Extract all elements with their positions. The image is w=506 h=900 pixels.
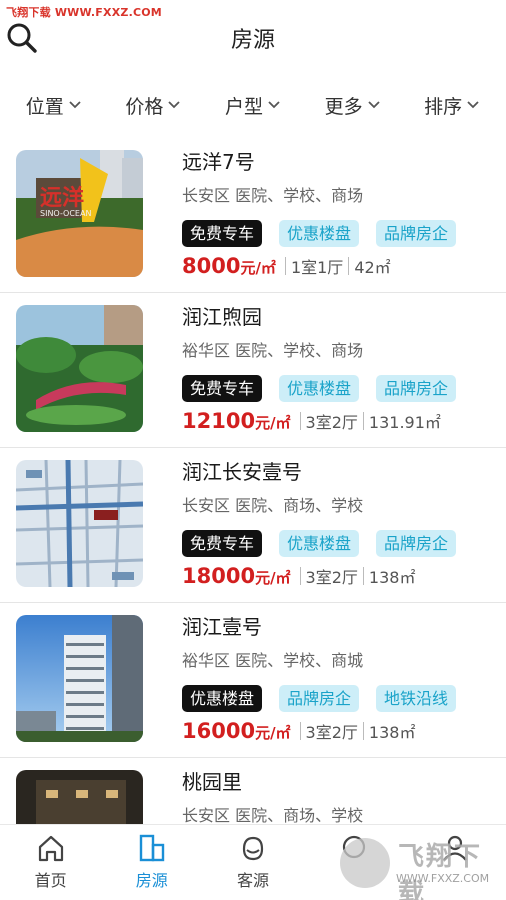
filter-location[interactable]: 位置: [26, 92, 82, 119]
price-value: 18000: [182, 564, 256, 588]
price-unit: 元/㎡: [255, 414, 291, 432]
filter-bar: 位置 价格 户型 更多 排序: [0, 84, 506, 126]
tag: 品牌房企: [376, 375, 457, 402]
divider: [362, 722, 364, 740]
tag: 优惠楼盘: [182, 685, 263, 712]
filter-label: 位置: [25, 95, 64, 118]
listing-tags: 免费专车 优惠楼盘 品牌房企: [182, 220, 473, 247]
listing-location: 裕华区 医院、学校、商场: [182, 341, 364, 360]
room-layout: 3室2厅: [305, 723, 358, 742]
tag: 优惠楼盘: [279, 375, 360, 402]
tag: 品牌房企: [376, 530, 457, 557]
listing-name: 桃园里: [182, 770, 242, 794]
listing-name: 润江煦园: [182, 305, 262, 329]
filter-label: 价格: [125, 95, 164, 118]
home-icon: [38, 835, 63, 862]
watermark-brand: 飞翔下载: [398, 842, 483, 900]
chevron-down-icon: [467, 101, 479, 109]
price-value: 16000: [182, 719, 256, 743]
room-layout: 1室1厅: [290, 258, 344, 277]
sign-text-en: SINO-OCEAN: [40, 209, 91, 218]
floor-area: 131.91㎡: [368, 413, 441, 432]
listing-name: 润江壹号: [182, 615, 262, 639]
filter-layout[interactable]: 户型: [225, 92, 281, 119]
listing-image: [16, 305, 143, 432]
listing-location: 长安区 医院、商场、学校: [182, 496, 364, 515]
chevron-down-icon: [367, 101, 380, 109]
divider: [299, 412, 301, 430]
watermark-logo-icon: [340, 838, 390, 888]
divider: [362, 412, 364, 430]
filter-label: 排序: [424, 95, 463, 118]
chevron-down-icon: [168, 101, 181, 109]
customer-icon: [242, 836, 264, 861]
header: 房源: [0, 0, 506, 78]
tab-listings[interactable]: 房源: [101, 825, 202, 900]
tag: 品牌房企: [279, 685, 360, 712]
tab-label: 客源: [237, 871, 270, 890]
chevron-down-icon: [69, 101, 81, 109]
divider: [348, 257, 350, 275]
building-icon: [139, 834, 164, 862]
filter-sort[interactable]: 排序: [424, 92, 480, 119]
divider: [362, 567, 364, 585]
divider: [284, 257, 286, 275]
listing-card[interactable]: 润江煦园 裕华区 医院、学校、商场 免费专车 优惠楼盘 品牌房企 12100 元…: [0, 293, 506, 448]
price-unit: 元/㎡: [255, 569, 291, 587]
listing-image: [16, 615, 143, 742]
tag: 免费专车: [182, 375, 263, 402]
tab-home[interactable]: 首页: [0, 825, 101, 900]
tag: 优惠楼盘: [279, 220, 360, 247]
page-title: 房源: [230, 28, 275, 53]
tab-label: 房源: [135, 871, 168, 890]
price-unit: 元/㎡: [240, 259, 276, 277]
listing-image: [16, 770, 143, 824]
listing-card[interactable]: 润江长安壹号 长安区 医院、商场、学校 免费专车 优惠楼盘 品牌房企 18000…: [0, 448, 506, 603]
listing-location: 长安区 医院、学校、商场: [182, 186, 364, 205]
filter-price[interactable]: 价格: [125, 92, 181, 119]
watermark-logo: 飞翔下载 WWW.FXXZ.COM: [340, 834, 506, 900]
listing-location: 裕华区 医院、学校、商城: [182, 651, 364, 670]
listing-name: 远洋7号: [182, 150, 255, 174]
room-layout: 3室2厅: [305, 568, 358, 587]
floor-area: 138㎡: [368, 723, 416, 742]
floor-area: 138㎡: [368, 568, 416, 587]
listing-card[interactable]: 润江壹号 裕华区 医院、学校、商城 优惠楼盘 品牌房企 地铁沿线 16000 元…: [0, 603, 506, 758]
listing-list: 远洋 SINO-OCEAN 远洋7号 长安区 医院、学校、商场 免费专车 优惠楼…: [0, 138, 506, 824]
tag: 优惠楼盘: [279, 530, 360, 557]
price-row: 8000 元/㎡ 1室1厅 42㎡: [182, 254, 391, 278]
listing-name: 润江长安壹号: [182, 460, 302, 484]
tab-customers[interactable]: 客源: [202, 825, 303, 900]
price-row: 18000 元/㎡ 3室2厅 138㎡: [182, 564, 415, 588]
listing-card[interactable]: 桃园里 长安区 医院、商场、学校: [0, 758, 506, 824]
price-value: 12100: [182, 409, 256, 433]
price-value: 8000: [182, 254, 241, 278]
listing-image: 远洋 SINO-OCEAN: [16, 150, 143, 277]
divider: [299, 722, 301, 740]
tag: 地铁沿线: [376, 685, 457, 712]
tag: 免费专车: [182, 530, 263, 557]
room-layout: 3室2厅: [305, 413, 358, 432]
listing-tags: 免费专车 优惠楼盘 品牌房企: [182, 530, 473, 557]
listing-tags: 免费专车 优惠楼盘 品牌房企: [182, 375, 473, 402]
sign-text: 远洋: [40, 185, 84, 211]
listing-image: [16, 460, 143, 587]
filter-more[interactable]: 更多: [325, 92, 381, 119]
divider: [299, 567, 301, 585]
listing-tags: 优惠楼盘 品牌房企 地铁沿线: [182, 685, 473, 712]
floor-area: 42㎡: [354, 258, 391, 277]
price-row: 12100 元/㎡ 3室2厅 131.91㎡: [182, 409, 441, 433]
price-row: 16000 元/㎡ 3室2厅 138㎡: [182, 719, 415, 743]
listing-card[interactable]: 远洋 SINO-OCEAN 远洋7号 长安区 医院、学校、商场 免费专车 优惠楼…: [0, 138, 506, 293]
tag: 品牌房企: [376, 220, 457, 247]
tab-label: 首页: [34, 871, 67, 890]
chevron-down-icon: [268, 101, 280, 109]
filter-label: 更多: [324, 95, 363, 118]
filter-label: 户型: [224, 95, 263, 118]
watermark-url: WWW.FXXZ.COM: [396, 872, 490, 885]
tag: 免费专车: [182, 220, 263, 247]
price-unit: 元/㎡: [255, 724, 291, 742]
listing-location: 长安区 医院、商场、学校: [182, 806, 364, 824]
